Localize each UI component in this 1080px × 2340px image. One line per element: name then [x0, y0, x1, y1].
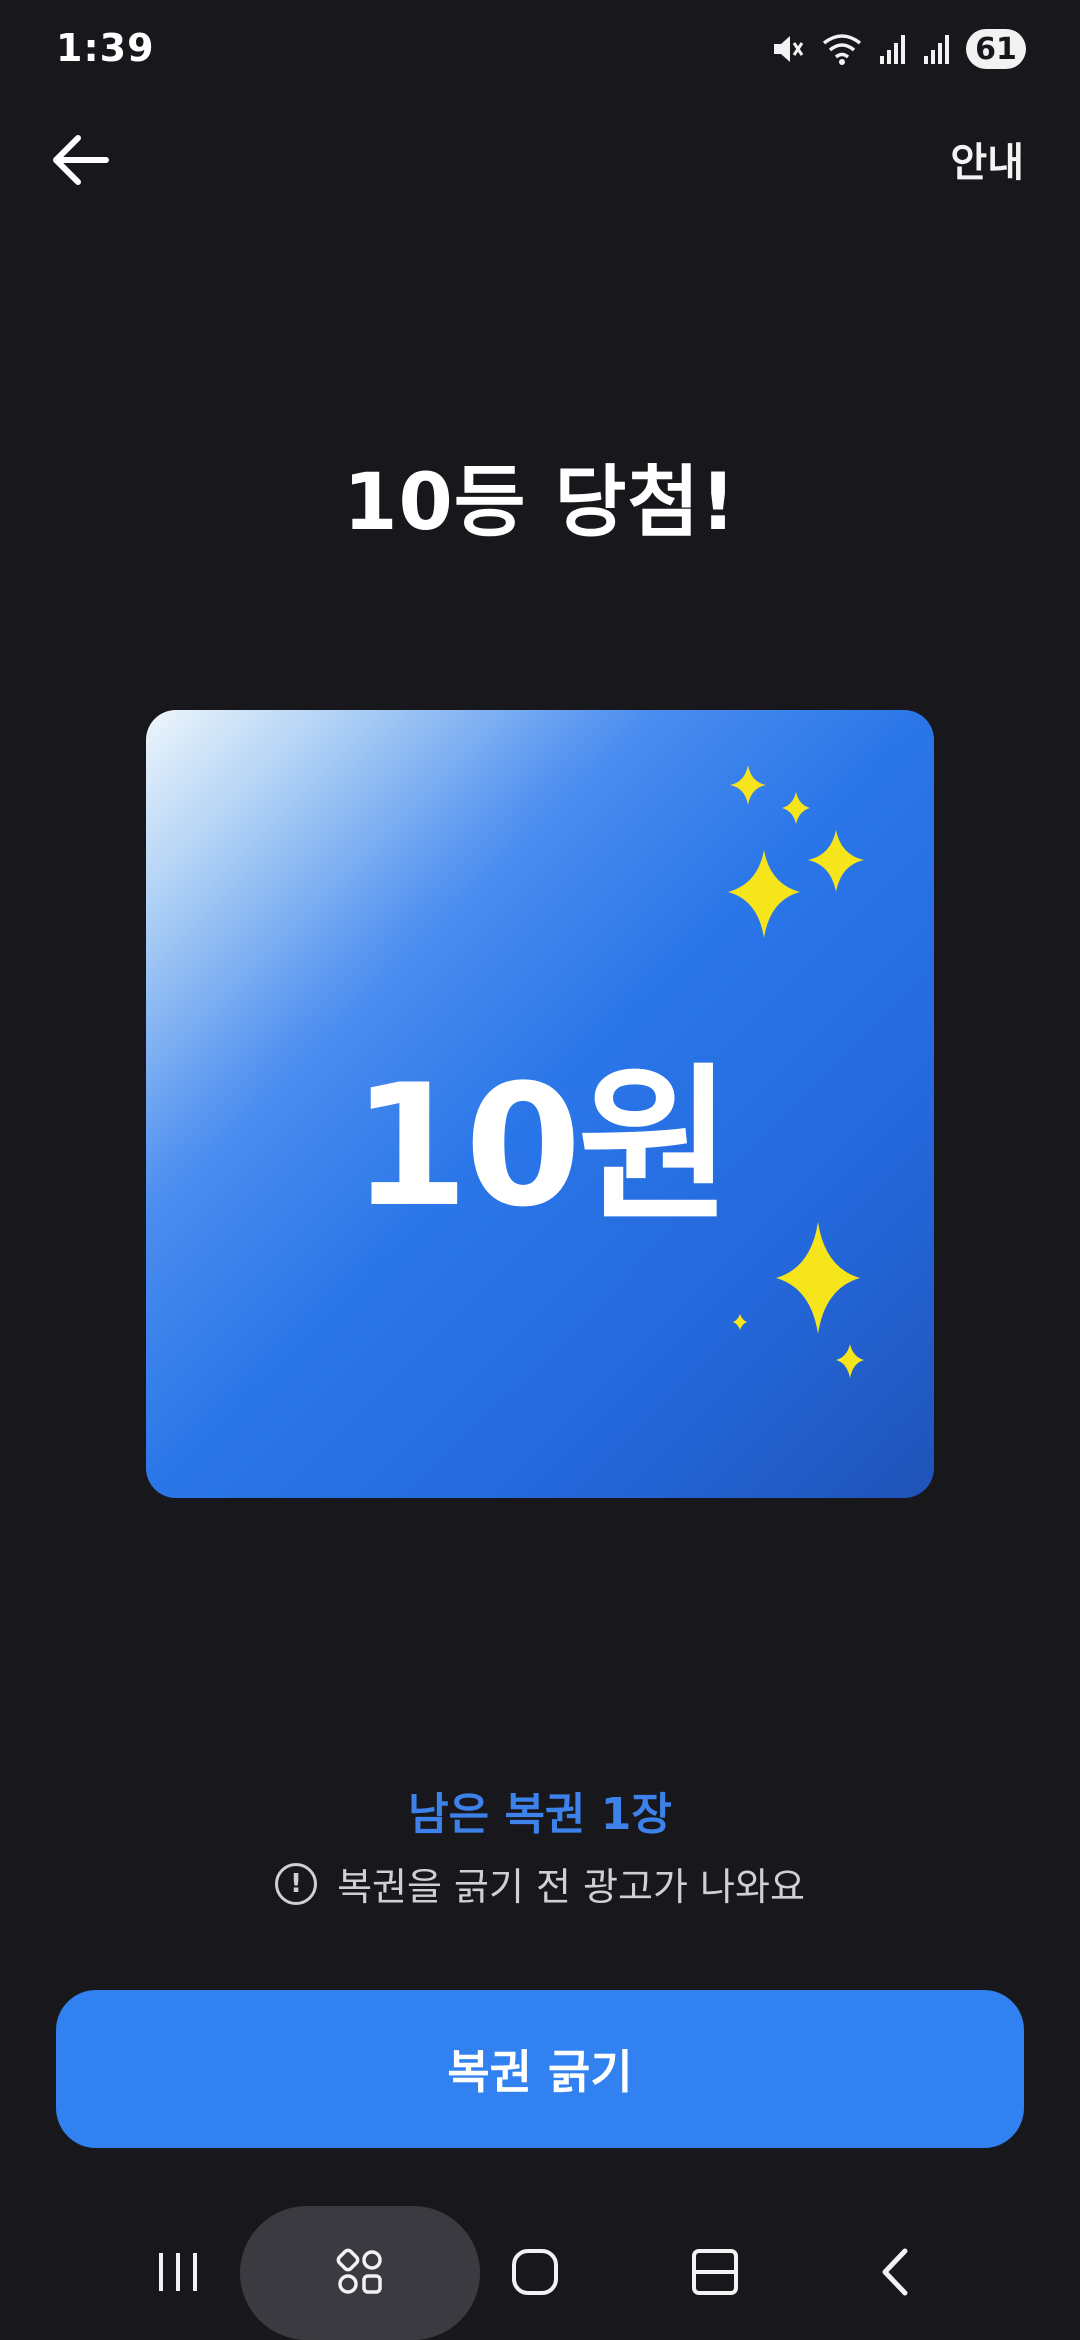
prize-card: 10원 [146, 710, 934, 1498]
exclamation-circle-icon: ! [275, 1862, 318, 1905]
apps-button[interactable] [300, 2204, 420, 2340]
status-icons: 61 [770, 26, 1026, 72]
nav-back-button[interactable] [835, 2204, 955, 2340]
back-button[interactable] [40, 124, 120, 196]
system-navigation-bar [0, 2204, 1080, 2340]
back-icon [882, 2248, 908, 2296]
remaining-tickets: 남은 복권 1장 [408, 1789, 672, 1840]
sparkle-icon [733, 1314, 747, 1330]
sparkle-icon [782, 792, 810, 824]
top-app-bar: 안내 [0, 110, 1080, 210]
apps-icon [336, 2248, 382, 2294]
sparkle-icon [808, 830, 864, 892]
split-screen-button[interactable] [655, 2204, 775, 2340]
recent-apps-icon [159, 2253, 197, 2291]
sparkle-icon [730, 765, 766, 805]
home-button[interactable] [475, 2204, 595, 2340]
arrow-left-icon [53, 135, 109, 185]
lottery-result-screen: 1:39 61 안내 10등 당첨! 10원 남은 복권 1장 ! 복권을 긁기… [0, 0, 1080, 2340]
wifi-icon [820, 31, 864, 67]
signal-icon [878, 32, 908, 66]
result-title: 10등 당첨! [343, 458, 737, 548]
ad-notice-text: 복권을 긁기 전 광고가 나와요 [337, 1865, 805, 1909]
home-icon [512, 2249, 558, 2295]
status-time: 1:39 [56, 26, 155, 70]
recent-apps-button[interactable] [118, 2204, 238, 2340]
prize-amount: 10원 [351, 1048, 732, 1244]
mute-icon [770, 31, 806, 67]
status-bar: 1:39 61 [0, 0, 1080, 100]
sparkle-icon [836, 1344, 864, 1378]
ad-notice: ! 복권을 긁기 전 광고가 나와요 [0, 1856, 1080, 1911]
battery-indicator: 61 [966, 29, 1026, 69]
signal-icon [922, 32, 952, 66]
info-button[interactable]: 안내 [950, 130, 1024, 188]
split-screen-icon [692, 2249, 738, 2295]
scratch-lottery-button[interactable]: 복권 긁기 [56, 1990, 1024, 2148]
sparkle-icon [728, 850, 800, 938]
